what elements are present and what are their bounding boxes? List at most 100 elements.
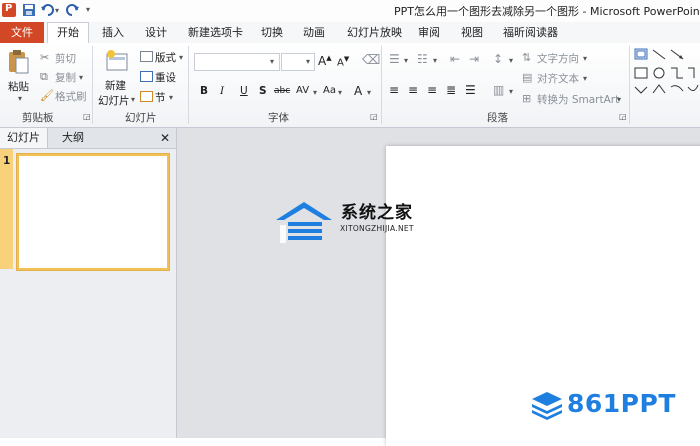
convert-smartart-dropdown-icon[interactable]: ▾ bbox=[617, 95, 621, 104]
tab-new-tab[interactable]: 新建选项卡 bbox=[188, 24, 243, 42]
copy-dropdown-icon[interactable]: ▾ bbox=[79, 73, 83, 82]
new-slide-icon[interactable] bbox=[104, 48, 130, 77]
undo-dropdown-icon[interactable]: ▾ bbox=[55, 6, 59, 15]
cut-icon[interactable]: ✂ bbox=[40, 51, 49, 64]
undo-icon[interactable] bbox=[40, 3, 54, 17]
change-case-button[interactable]: Aa bbox=[323, 85, 336, 96]
paste-dropdown-icon[interactable]: ▾ bbox=[18, 94, 22, 103]
paragraph-launcher-icon[interactable]: ◲ bbox=[619, 112, 627, 121]
change-case-dropdown-icon[interactable]: ▾ bbox=[338, 88, 342, 97]
group-divider bbox=[188, 46, 189, 124]
copy-button[interactable]: 复制 bbox=[55, 70, 76, 85]
tab-transitions[interactable]: 切换 bbox=[261, 24, 283, 42]
align-text-dropdown-icon[interactable]: ▾ bbox=[583, 74, 587, 83]
customize-qat-icon[interactable]: ▾ bbox=[86, 5, 90, 14]
character-spacing-button[interactable]: AV bbox=[296, 85, 309, 96]
redo-icon[interactable] bbox=[66, 3, 80, 17]
tab-animations[interactable]: 动画 bbox=[303, 24, 325, 42]
justify-icon[interactable]: ≣ bbox=[446, 83, 456, 97]
paragraph-group-label: 段落 bbox=[487, 112, 508, 124]
distributed-icon[interactable]: ☰ bbox=[465, 83, 476, 97]
tab-foxit-reader[interactable]: 福昕阅读器 bbox=[503, 24, 558, 42]
paste-button[interactable]: 粘贴 bbox=[8, 79, 29, 94]
font-color-button[interactable]: A bbox=[354, 84, 362, 98]
align-right-icon[interactable]: ≡ bbox=[427, 83, 437, 97]
font-color-dropdown-icon[interactable]: ▾ bbox=[367, 88, 371, 97]
group-divider bbox=[381, 46, 382, 124]
columns-dropdown-icon[interactable]: ▾ bbox=[509, 87, 513, 96]
group-divider bbox=[629, 46, 630, 124]
underline-button[interactable]: U bbox=[240, 85, 248, 97]
slides-group-label: 幻灯片 bbox=[125, 112, 157, 124]
line-spacing-dropdown-icon[interactable]: ▾ bbox=[509, 56, 513, 65]
ribbon-tab-bar: 文件 开始 插入 设计 新建选项卡 切换 动画 幻灯片放映 审阅 视图 福昕阅读… bbox=[0, 22, 700, 44]
reset-icon[interactable] bbox=[140, 71, 153, 82]
bold-button[interactable]: B bbox=[200, 85, 208, 97]
numbering-icon[interactable]: ☷ bbox=[417, 52, 428, 66]
character-spacing-dropdown-icon[interactable]: ▾ bbox=[313, 88, 317, 97]
paste-icon[interactable] bbox=[7, 49, 29, 78]
shrink-font-icon[interactable]: A▼ bbox=[337, 55, 349, 68]
tab-insert[interactable]: 插入 bbox=[102, 24, 124, 42]
tab-slide-show[interactable]: 幻灯片放映 bbox=[347, 24, 402, 42]
new-slide-label-2[interactable]: 幻灯片 bbox=[98, 93, 130, 108]
new-slide-dropdown-icon[interactable]: ▾ bbox=[131, 95, 135, 104]
strikethrough-button[interactable]: abc bbox=[274, 86, 290, 96]
font-name-dropdown-icon[interactable]: ▾ bbox=[270, 57, 274, 66]
font-name-select[interactable] bbox=[194, 53, 280, 71]
section-dropdown-icon[interactable]: ▾ bbox=[169, 93, 173, 102]
decrease-indent-icon[interactable]: ⇤ bbox=[450, 52, 460, 66]
convert-smartart-button[interactable]: 转换为 SmartArt bbox=[537, 92, 619, 107]
layout-dropdown-icon[interactable]: ▾ bbox=[179, 53, 183, 62]
tab-outline[interactable]: 大纲 bbox=[48, 128, 98, 148]
slide-thumbnail[interactable] bbox=[17, 154, 169, 270]
tab-design[interactable]: 设计 bbox=[145, 24, 167, 42]
xitong-logo bbox=[272, 196, 340, 249]
section-icon[interactable] bbox=[140, 91, 153, 102]
clear-formatting-icon[interactable]: ⌫ bbox=[362, 53, 380, 68]
columns-icon[interactable]: ▥ bbox=[493, 83, 504, 97]
new-slide-label-1[interactable]: 新建 bbox=[105, 78, 126, 93]
copy-icon[interactable]: ⧉ bbox=[40, 70, 48, 84]
text-direction-icon[interactable]: ⇅ bbox=[522, 51, 531, 64]
tab-slides[interactable]: 幻灯片 bbox=[0, 128, 48, 148]
text-direction-dropdown-icon[interactable]: ▾ bbox=[583, 54, 587, 63]
close-pane-icon[interactable]: ✕ bbox=[156, 128, 174, 148]
window-title: PPT怎么用一个图形去减除另一个图形 - Microsoft PowerPoin… bbox=[394, 5, 700, 18]
line-spacing-icon[interactable]: ↕ bbox=[493, 52, 503, 66]
italic-button[interactable]: I bbox=[220, 85, 224, 97]
font-size-dropdown-icon[interactable]: ▾ bbox=[306, 57, 310, 66]
format-painter-button[interactable]: 格式刷 bbox=[55, 89, 87, 104]
clipboard-launcher-icon[interactable]: ◲ bbox=[83, 112, 91, 121]
save-icon[interactable] bbox=[22, 3, 36, 17]
align-text-button[interactable]: 对齐文本 bbox=[537, 71, 579, 86]
bullets-dropdown-icon[interactable]: ▾ bbox=[404, 56, 408, 65]
tab-view[interactable]: 视图 bbox=[461, 24, 483, 42]
tab-review[interactable]: 审阅 bbox=[418, 24, 440, 42]
brand-watermark: 861PPT bbox=[567, 389, 676, 418]
align-center-icon[interactable]: ≡ bbox=[408, 83, 418, 97]
convert-smartart-icon[interactable]: ⊞ bbox=[522, 92, 531, 105]
text-shadow-button[interactable]: S bbox=[259, 85, 267, 97]
font-launcher-icon[interactable]: ◲ bbox=[370, 112, 378, 121]
reset-button[interactable]: 重设 bbox=[155, 70, 176, 85]
format-painter-icon[interactable]: 🖌 bbox=[40, 89, 54, 102]
slides-pane: 幻灯片 大纲 ✕ 1 bbox=[0, 128, 177, 438]
section-button[interactable]: 节 bbox=[155, 90, 166, 105]
tab-home[interactable]: 开始 bbox=[47, 22, 89, 44]
font-group-label: 字体 bbox=[268, 112, 289, 124]
cut-button[interactable]: 剪切 bbox=[55, 51, 76, 66]
layout-icon[interactable] bbox=[140, 51, 153, 62]
text-direction-button[interactable]: 文字方向 bbox=[537, 51, 579, 66]
align-text-icon[interactable]: ▤ bbox=[522, 71, 532, 84]
layout-button[interactable]: 版式 bbox=[155, 50, 176, 65]
numbering-dropdown-icon[interactable]: ▾ bbox=[433, 56, 437, 65]
shapes-gallery[interactable] bbox=[634, 47, 700, 110]
grow-font-icon[interactable]: A▲ bbox=[318, 54, 332, 68]
align-left-icon[interactable]: ≡ bbox=[389, 83, 399, 97]
increase-indent-icon[interactable]: ⇥ bbox=[469, 52, 479, 66]
powerpoint-app-icon[interactable]: P bbox=[2, 3, 16, 17]
bullets-icon[interactable]: ☰ bbox=[389, 52, 400, 66]
brand-logo-icon bbox=[530, 390, 564, 423]
tab-file[interactable]: 文件 bbox=[0, 22, 44, 43]
